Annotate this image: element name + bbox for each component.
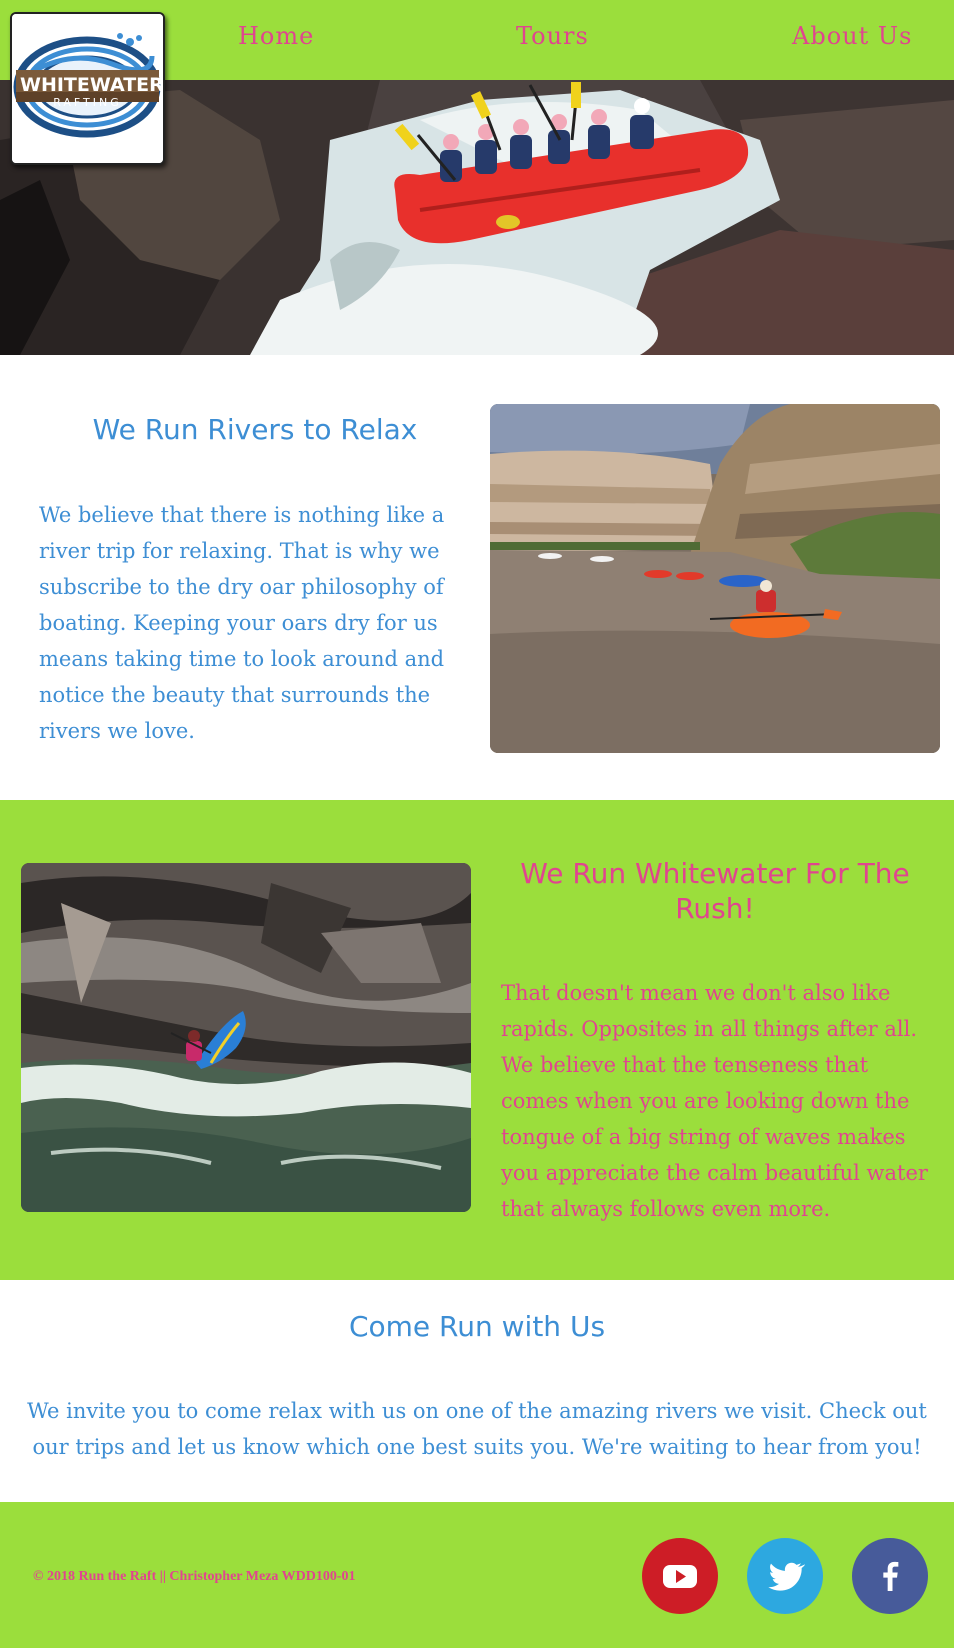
- calm-river-photo: [490, 404, 940, 753]
- copyright-text: © 2018 Run the Raft || Christopher Meza …: [33, 1569, 356, 1584]
- join-heading: Come Run with Us: [348, 1310, 606, 1343]
- join-section: Come Run with Us We invite you to come r…: [0, 1280, 954, 1502]
- rush-section: We Run Whitewater For The Rush! That doe…: [0, 800, 954, 1280]
- logo-title: WHITEWATER: [20, 74, 164, 96]
- nav-about-link[interactable]: About Us: [792, 22, 912, 50]
- relax-paragraph: We believe that there is nothing like a …: [39, 503, 445, 743]
- nav-home-link[interactable]: Home: [238, 22, 314, 50]
- youtube-link[interactable]: [642, 1538, 718, 1614]
- site-logo[interactable]: WHITEWATER RAFTING: [10, 12, 165, 165]
- relax-section: We Run Rivers to Relax We believe that t…: [0, 355, 954, 800]
- facebook-icon: [883, 1561, 899, 1591]
- rush-paragraph: That doesn't mean we don't also like rap…: [501, 981, 928, 1221]
- nav-tours-link[interactable]: Tours: [516, 22, 589, 50]
- rush-heading: We Run Whitewater For The Rush!: [520, 857, 910, 925]
- join-paragraph: We invite you to come relax with us on o…: [27, 1399, 927, 1459]
- site-footer: © 2018 Run the Raft || Christopher Meza …: [0, 1502, 954, 1648]
- facebook-link[interactable]: [852, 1538, 928, 1614]
- twitter-icon: [768, 1562, 805, 1591]
- whitewater-kayak-photo: [21, 863, 471, 1212]
- youtube-icon: [663, 1565, 697, 1588]
- twitter-link[interactable]: [747, 1538, 823, 1614]
- logo-subtitle: RAFTING: [53, 96, 122, 109]
- relax-heading: We Run Rivers to Relax: [92, 413, 418, 446]
